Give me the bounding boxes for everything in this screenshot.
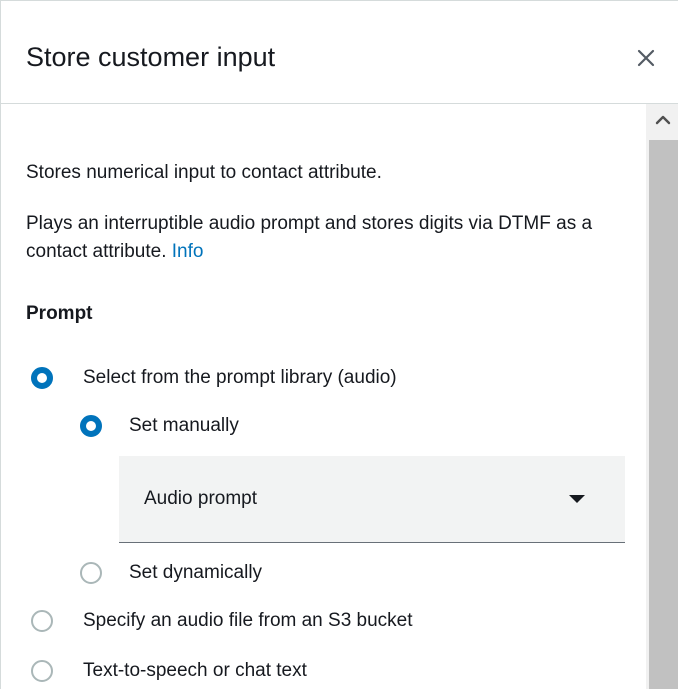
info-link[interactable]: Info [172, 241, 204, 262]
block-detail: Plays an interruptible audio prompt and … [26, 210, 626, 266]
panel-header: Store customer input [1, 1, 678, 104]
caret-down-icon[interactable] [569, 495, 585, 503]
store-customer-input-panel: Store customer input Stores numerical in… [0, 0, 678, 689]
radio-set-manually[interactable]: Set manually [80, 413, 380, 441]
close-button[interactable] [631, 43, 661, 73]
radio-button-selected[interactable] [80, 415, 102, 437]
radio-set-dynamically-label: Set dynamically [129, 562, 263, 583]
radio-button-unselected[interactable] [31, 610, 53, 632]
radio-button-unselected[interactable] [80, 562, 102, 584]
radio-set-dynamically[interactable]: Set dynamically [80, 560, 380, 588]
audio-prompt-select-value: Audio prompt [144, 488, 258, 509]
radio-button-selected[interactable] [31, 367, 53, 389]
block-description: Stores numerical input to contact attrib… [26, 162, 382, 183]
panel-content: Stores numerical input to contact attrib… [1, 104, 678, 689]
audio-prompt-select[interactable]: Audio prompt [119, 456, 625, 543]
close-icon[interactable] [631, 43, 661, 73]
panel-title: Store customer input [26, 42, 276, 72]
radio-text-to-speech-label: Text-to-speech or chat text [83, 660, 307, 681]
radio-prompt-library[interactable]: Select from the prompt library (audio) [31, 365, 511, 393]
radio-set-manually-label: Set manually [129, 415, 239, 436]
block-detail-text: Plays an interruptible audio prompt and … [26, 213, 593, 262]
radio-text-to-speech[interactable]: Text-to-speech or chat text [31, 658, 511, 686]
scrollbar-thumb[interactable] [649, 140, 678, 689]
radio-s3-audio-file[interactable]: Specify an audio file from an S3 bucket [31, 608, 511, 636]
chevron-up-icon[interactable] [646, 104, 678, 137]
prompt-section-label: Prompt [26, 303, 93, 324]
vertical-scrollbar[interactable] [646, 104, 678, 689]
scroll-up-button[interactable] [646, 104, 678, 137]
radio-prompt-library-label: Select from the prompt library (audio) [83, 367, 397, 388]
radio-s3-audio-file-label: Specify an audio file from an S3 bucket [83, 610, 413, 631]
radio-button-unselected[interactable] [31, 660, 53, 682]
